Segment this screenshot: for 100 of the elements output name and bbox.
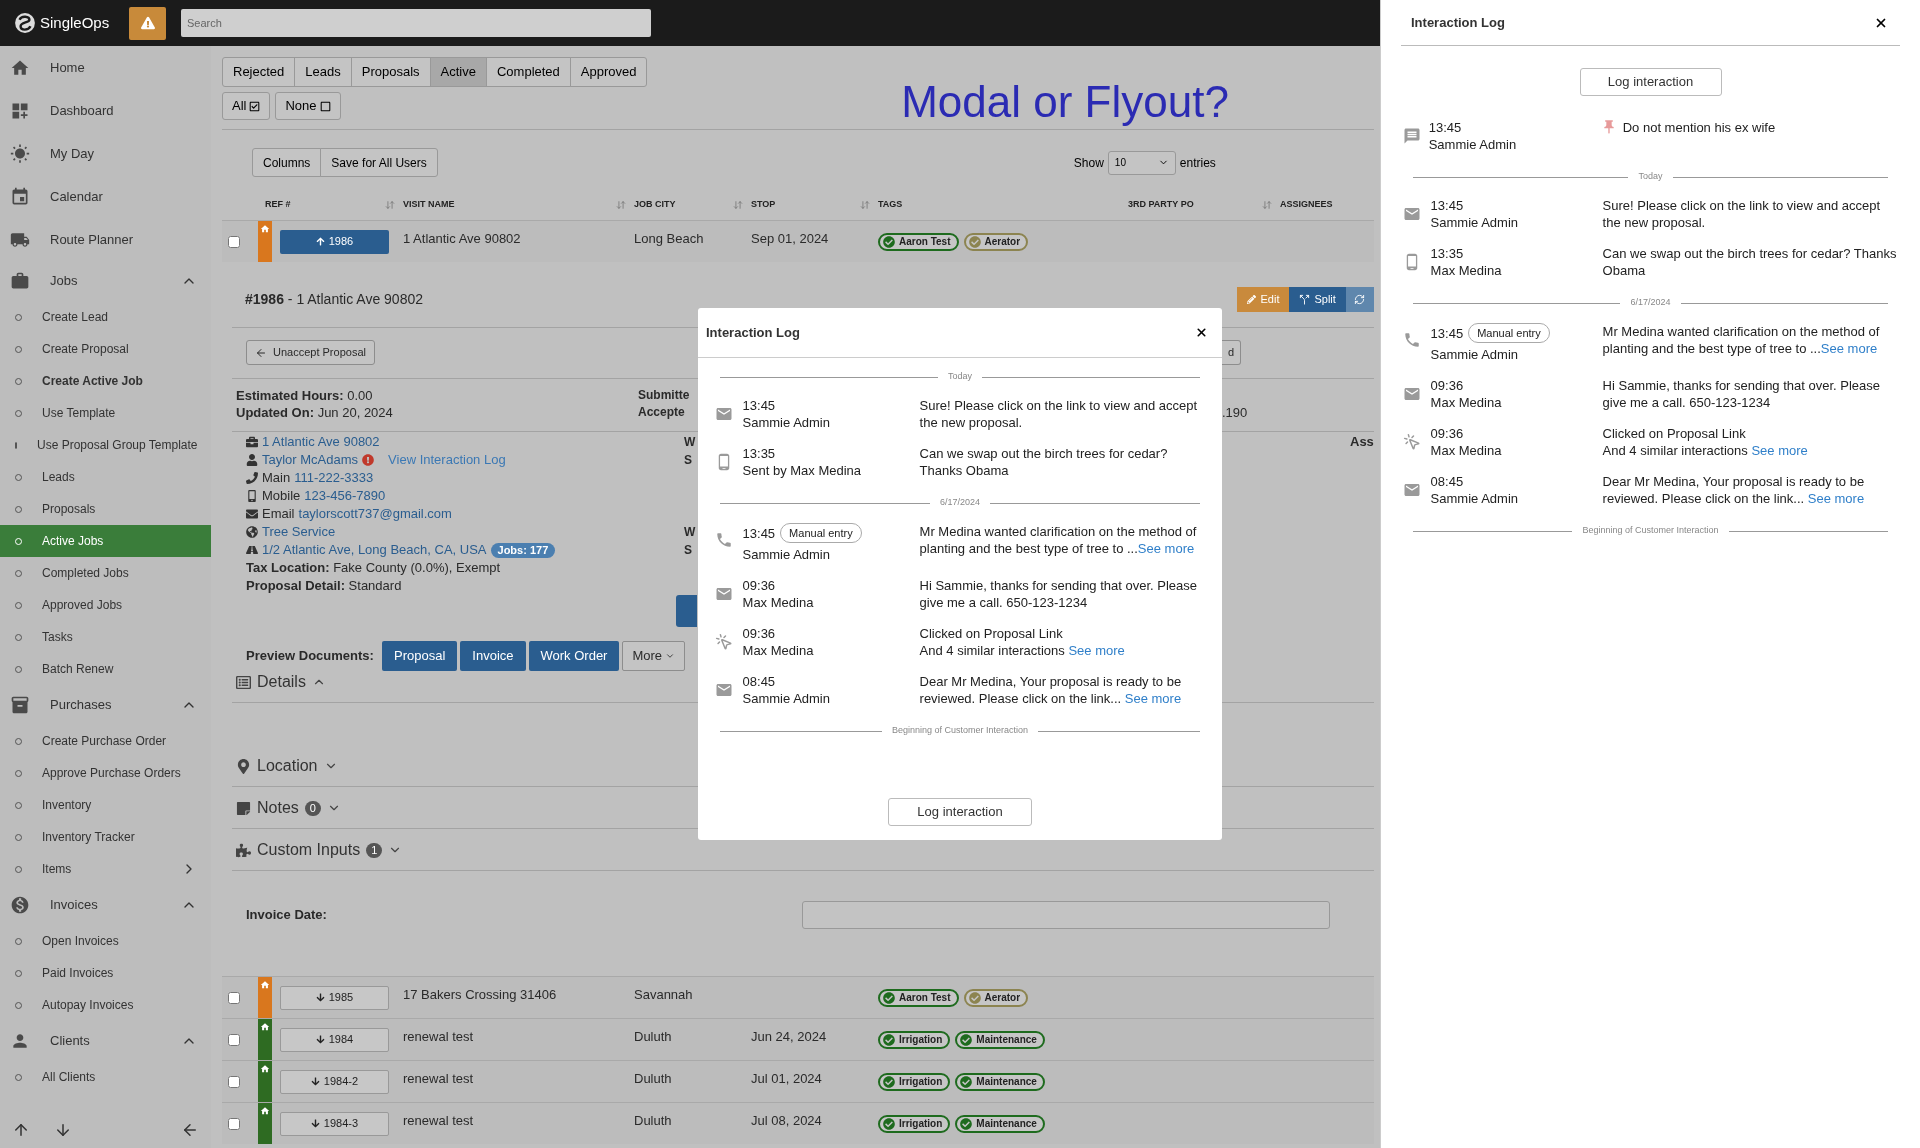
ref-button[interactable]: 1985 [280, 985, 389, 1010]
ref-button[interactable]: 1984 [280, 1027, 389, 1052]
log-interaction-button[interactable]: Log interaction [1579, 68, 1722, 96]
log-time: 09:36 [742, 577, 776, 594]
status-tab[interactable]: Rejected [222, 57, 296, 87]
sidebar-item[interactable]: Approved Jobs [0, 589, 211, 621]
column-header[interactable]: VISIT NAME [403, 198, 634, 212]
entries-label: entries [1179, 154, 1216, 172]
sidebar-item[interactable]: My Day [0, 132, 211, 175]
table-cell: Duluth [634, 1113, 672, 1128]
row-checkbox[interactable] [228, 1075, 240, 1088]
refresh-button[interactable] [1345, 287, 1374, 312]
button[interactable]: d [1222, 340, 1242, 365]
see-more-link[interactable]: See more [1137, 541, 1195, 556]
page-size-select[interactable]: 10 [1107, 150, 1176, 175]
alert-button[interactable] [129, 6, 166, 40]
sidebar-item[interactable]: All Clients [0, 1061, 211, 1093]
sidebar-item[interactable]: Items [0, 853, 211, 885]
sidebar-item[interactable]: Invoices [0, 885, 211, 925]
contact-link[interactable]: Tree Service [262, 523, 336, 541]
column-header[interactable]: TAGS [878, 198, 1128, 212]
section-title[interactable]: Custom Inputs [257, 838, 361, 862]
see-more-link[interactable]: See more [1820, 341, 1878, 356]
column-header[interactable]: STOP [751, 198, 878, 212]
column-header[interactable]: 3RD PARTY PO [1128, 198, 1280, 212]
field-text: Tax Location: Fake County (0.0%), Exempt [246, 559, 502, 577]
sidebar-item[interactable]: Route Planner [0, 218, 211, 261]
unaccept-button[interactable]: Unaccept Proposal [246, 340, 375, 365]
ref-button[interactable]: 1984-2 [280, 1069, 389, 1094]
section-title[interactable]: Location [257, 754, 318, 778]
row-checkbox[interactable] [228, 1117, 240, 1130]
document-button[interactable]: Invoice [460, 641, 526, 671]
sidebar-item[interactable]: Proposals [0, 493, 211, 525]
more-button[interactable]: More [622, 641, 686, 671]
document-button[interactable]: Work Order [528, 641, 620, 671]
see-more-link[interactable]: See more [1124, 691, 1182, 706]
row-checkbox[interactable] [228, 1033, 240, 1046]
sidebar-item[interactable]: Create Proposal [0, 333, 211, 365]
sidebar-item[interactable]: Open Invoices [0, 925, 211, 957]
contact-link[interactable]: 1/2 Atlantic Ave, Long Beach, CA, USA [262, 541, 487, 559]
row-checkbox[interactable] [228, 991, 240, 1004]
sidebar-item[interactable]: Jobs [0, 261, 211, 301]
arrow-down-icon[interactable] [54, 1121, 72, 1139]
sidebar-item[interactable]: Tasks [0, 621, 211, 653]
log-interaction-button[interactable]: Log interaction [888, 798, 1032, 826]
section-title[interactable]: Details [257, 670, 306, 694]
column-header[interactable]: REF # [258, 198, 403, 212]
sidebar-item[interactable]: Inventory Tracker [0, 821, 211, 853]
column-header[interactable]: JOB CITY [634, 198, 751, 212]
select-none-button[interactable]: None [275, 92, 341, 120]
sidebar-item[interactable]: Create Purchase Order [0, 725, 211, 757]
see-more-link[interactable]: See more [1068, 643, 1125, 658]
sidebar-item[interactable]: Inventory [0, 789, 211, 821]
table-cell: Savannah [634, 987, 693, 1002]
invoice-date-field[interactable] [802, 901, 1330, 929]
sidebar-item[interactable]: Dashboard [0, 89, 211, 132]
contact-link[interactable]: Taylor McAdams [262, 451, 359, 469]
sidebar-item[interactable]: Purchases [0, 685, 211, 725]
section-title[interactable]: Notes [257, 796, 299, 820]
status-tab[interactable]: Approved [569, 57, 648, 87]
contact-link[interactable]: 1 Atlantic Ave 90802 [262, 433, 380, 451]
document-button[interactable]: Proposal [382, 641, 458, 671]
ref-button[interactable]: 1986 [280, 229, 389, 254]
sidebar-item[interactable]: Home [0, 46, 211, 89]
sidebar-item[interactable]: Use Template [0, 397, 211, 429]
sidebar-item[interactable]: Clients [0, 1021, 211, 1061]
sidebar-item[interactable]: Use Proposal Group Template [0, 429, 211, 461]
contact-link[interactable]: 123-456-7890 [304, 487, 386, 505]
sidebar-item[interactable]: Calendar [0, 175, 211, 218]
home-icon [260, 1064, 270, 1074]
status-tab[interactable]: Active [429, 57, 487, 87]
sidebar-item[interactable]: Completed Jobs [0, 557, 211, 589]
status-tab[interactable]: Leads [294, 57, 352, 87]
split-button[interactable]: Split [1289, 287, 1346, 312]
field-label: S [684, 453, 692, 467]
sidebar-item[interactable]: Leads [0, 461, 211, 493]
close-icon[interactable] [1195, 326, 1208, 339]
select-all-button[interactable]: All [222, 92, 271, 120]
ref-button[interactable]: 1984-3 [280, 1111, 389, 1136]
tag: Aaron Test [878, 988, 959, 1007]
contact-link[interactable]: taylorscott737@gmail.com [298, 505, 452, 523]
status-tab[interactable]: Proposals [350, 57, 431, 87]
columns-button[interactable]: Columns [252, 148, 322, 177]
search-field[interactable]: Search [181, 9, 651, 37]
sidebar-item[interactable]: Create Lead [0, 301, 211, 333]
sidebar-item[interactable]: Create Active Job [0, 365, 211, 397]
row-checkbox[interactable] [228, 235, 240, 248]
sidebar-item[interactable]: Approve Purchase Orders [0, 757, 211, 789]
see-more-link[interactable]: See more [1807, 491, 1865, 506]
sidebar-item[interactable]: Paid Invoices [0, 957, 211, 989]
save-button[interactable]: Save for All Users [320, 148, 438, 177]
log-author: Max Medina [1430, 395, 1502, 410]
calendar-icon [10, 186, 30, 207]
contact-link[interactable]: 111-222-3333 [294, 469, 374, 487]
sidebar-item[interactable]: Active Jobs [0, 525, 211, 557]
sidebar-item[interactable]: Autopay Invoices [0, 989, 211, 1021]
column-header[interactable]: ASSIGNEES [1280, 198, 1374, 212]
sidebar-item[interactable]: Batch Renew [0, 653, 211, 685]
status-tab[interactable]: Completed [485, 57, 571, 87]
see-more-link[interactable]: See more [1751, 443, 1808, 458]
